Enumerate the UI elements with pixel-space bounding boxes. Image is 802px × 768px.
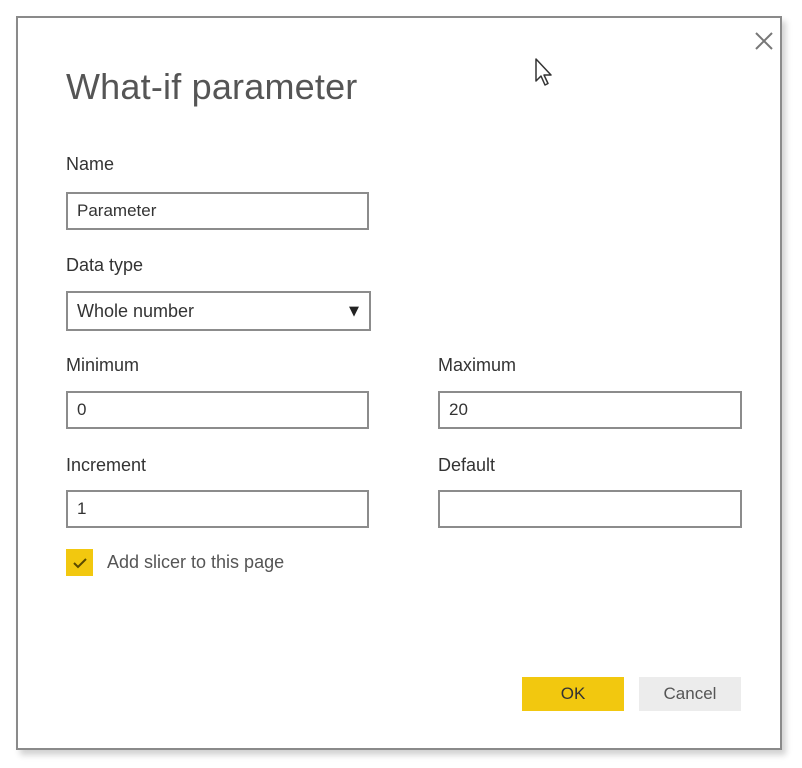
maximum-label: Maximum xyxy=(438,355,517,375)
mouse-cursor-icon xyxy=(535,58,552,86)
checkmark-icon xyxy=(72,557,87,568)
ok-button[interactable]: OK xyxy=(522,677,624,711)
data-type-select[interactable]: Whole number ▼ xyxy=(66,291,371,331)
cancel-button[interactable]: Cancel xyxy=(639,677,741,711)
minimum-label: Minimum xyxy=(66,355,140,375)
name-input[interactable] xyxy=(66,192,369,230)
dialog-title: What-if parameter xyxy=(66,66,358,107)
default-input[interactable] xyxy=(438,490,742,528)
maximum-input[interactable] xyxy=(438,391,742,429)
minimum-input[interactable] xyxy=(66,391,369,429)
add-slicer-label[interactable]: Add slicer to this page xyxy=(107,552,284,573)
chevron-down-icon: ▼ xyxy=(349,303,359,319)
close-icon[interactable] xyxy=(753,30,775,52)
default-label: Default xyxy=(438,455,496,475)
data-type-label: Data type xyxy=(66,255,144,275)
increment-input[interactable] xyxy=(66,490,369,528)
name-label: Name xyxy=(66,154,115,174)
what-if-parameter-dialog xyxy=(16,16,782,750)
add-slicer-checkbox[interactable] xyxy=(66,549,93,576)
data-type-value: Whole number xyxy=(77,300,195,321)
increment-label: Increment xyxy=(66,455,147,475)
